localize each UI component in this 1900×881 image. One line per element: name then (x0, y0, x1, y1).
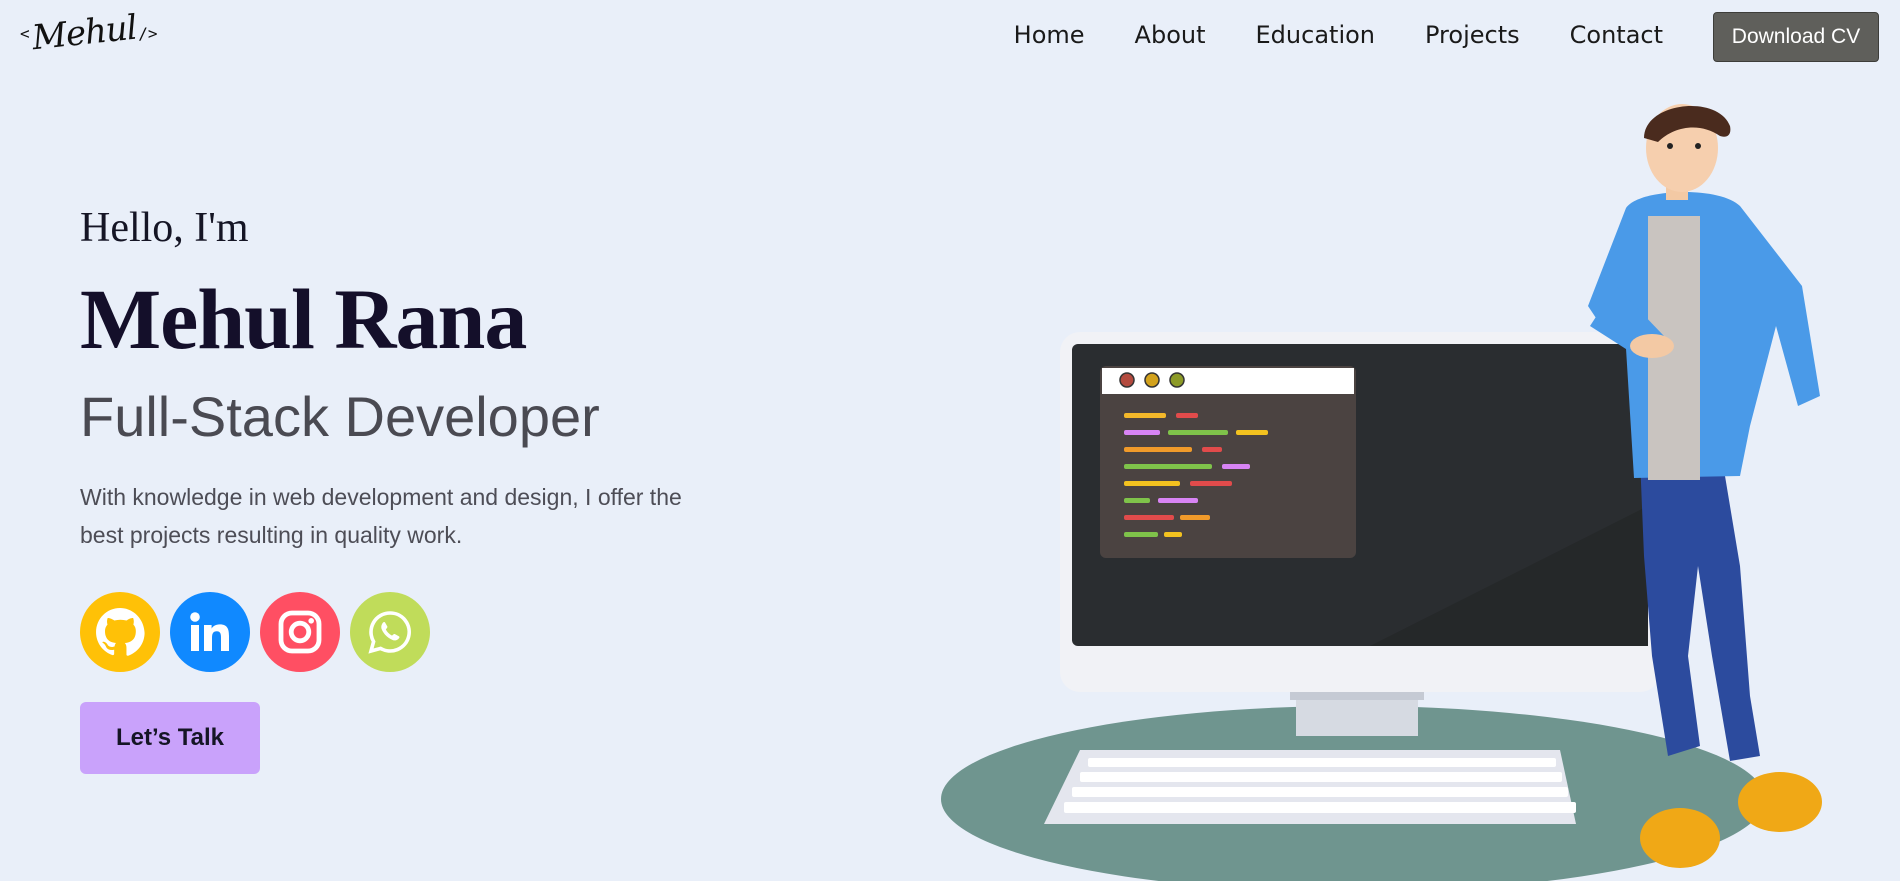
code-window (1100, 366, 1356, 558)
whatsapp-icon (368, 611, 411, 654)
main-nav: Home About Education Projects Contact Do… (1014, 0, 1900, 70)
nav-education[interactable]: Education (1256, 21, 1375, 49)
hero-name: Mehul Rana (80, 271, 527, 367)
window-close-icon (1119, 372, 1135, 388)
logo-open-bracket: < (20, 23, 30, 43)
hero-greeting: Hello, I'm (80, 205, 249, 251)
instagram-link[interactable] (260, 592, 340, 672)
hero-description: With knowledge in web development and de… (80, 484, 682, 548)
hero-role: Full-Stack Developer (80, 385, 600, 448)
character-shoe-left (1640, 808, 1720, 868)
window-minimize-icon (1144, 372, 1160, 388)
social-links (80, 592, 440, 672)
logo[interactable]: < Mehul /> (20, 4, 158, 62)
window-maximize-icon (1169, 372, 1185, 388)
nav-projects[interactable]: Projects (1425, 21, 1520, 49)
github-link[interactable] (80, 592, 160, 672)
logo-close-bracket: /> (138, 23, 158, 43)
lets-talk-button[interactable]: Let’s Talk (80, 702, 260, 774)
character-hand (1630, 334, 1674, 358)
whatsapp-link[interactable] (350, 592, 430, 672)
instagram-icon (278, 610, 322, 654)
download-cv-button[interactable]: Download CV (1713, 12, 1879, 62)
github-icon (96, 608, 145, 656)
character-shoe-right (1738, 772, 1822, 832)
nav-about[interactable]: About (1135, 21, 1206, 49)
character-legs (1640, 458, 1760, 761)
monitor-stand (1296, 696, 1418, 736)
nav-contact[interactable]: Contact (1570, 21, 1663, 49)
developer-illustration (941, 104, 1822, 881)
logo-name: Mehul (29, 7, 139, 59)
linkedin-link[interactable] (170, 592, 250, 672)
linkedin-icon (190, 612, 229, 651)
nav-home[interactable]: Home (1014, 21, 1085, 49)
